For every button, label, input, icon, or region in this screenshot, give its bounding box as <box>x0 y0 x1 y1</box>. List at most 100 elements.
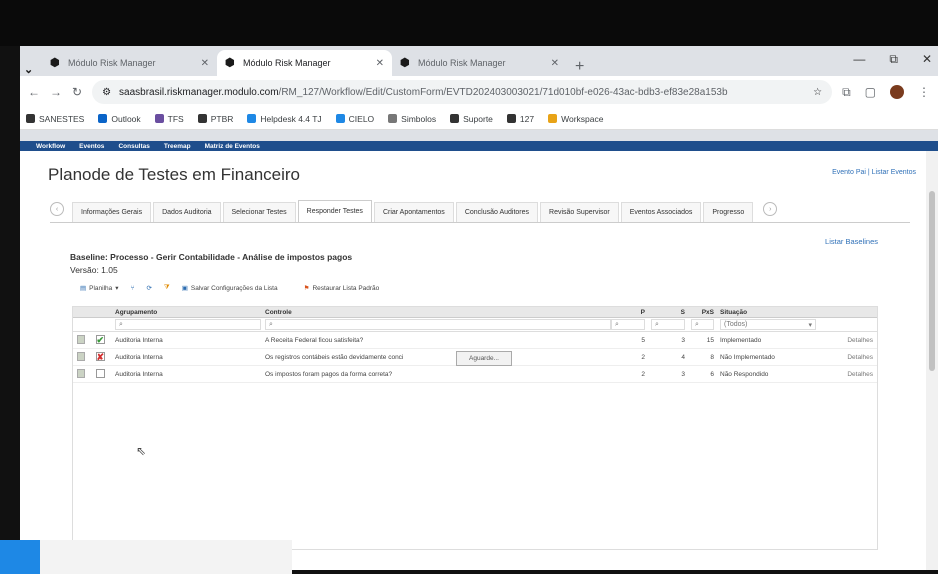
sidepanel-icon[interactable]: ▢ <box>865 85 876 99</box>
table-row[interactable]: ✔ Auditoria Interna A Receita Federal fi… <box>73 332 877 349</box>
loading-tooltip: Aguarde... <box>456 350 512 366</box>
filter-clear-button[interactable]: ⧩ <box>164 284 170 292</box>
details-link[interactable]: Detalhes <box>816 371 877 378</box>
star-icon[interactable]: ☆ <box>813 87 822 98</box>
browser-actions: ⧉ ▢ ⋮ <box>842 85 930 100</box>
cell-p: 5 <box>641 336 645 344</box>
bookmark-helpdesk[interactable]: Helpdesk 4.4 TJ <box>247 114 322 124</box>
cell-controle: Os registros contábeis estão devidamente… <box>265 353 404 361</box>
bookmark-simbolos[interactable]: Simbolos <box>388 114 436 124</box>
cell-s: 3 <box>681 370 685 378</box>
nav-consultas[interactable]: Consultas <box>118 143 149 150</box>
modulo-logo-icon <box>197 114 207 123</box>
scrollbar-thumb[interactable] <box>929 191 935 371</box>
document-icon[interactable] <box>77 368 85 378</box>
modulo-logo-icon: ⬢ <box>225 57 235 69</box>
details-link[interactable]: Detalhes <box>816 337 877 344</box>
forward-icon[interactable]: → <box>50 85 62 99</box>
nav-treemap[interactable]: Treemap <box>164 143 191 150</box>
close-icon[interactable]: ✕ <box>201 58 209 69</box>
reload-icon[interactable]: ↻ <box>72 85 82 99</box>
filter-agrupamento[interactable]: ⌕ <box>115 319 261 330</box>
tabs-prev-icon[interactable]: ‹ <box>50 202 64 216</box>
table-row[interactable]: ✘ Auditoria Interna Os registros contábe… <box>73 349 877 366</box>
header-agrupamento[interactable]: Agrupamento <box>111 309 261 316</box>
tab-eventos-associados[interactable]: Eventos Associados <box>620 202 702 222</box>
close-window-button[interactable]: ✕ <box>922 52 932 67</box>
document-icon[interactable] <box>77 351 85 361</box>
site-info-icon[interactable]: ⚙ <box>102 87 111 98</box>
tab-progresso[interactable]: Progresso <box>703 202 754 222</box>
header-controle[interactable]: Controle <box>261 309 611 316</box>
tab-selecionar-testes[interactable]: Selecionar Testes <box>222 202 296 222</box>
minimize-button[interactable]: — <box>853 52 865 67</box>
cell-agrupamento: Auditoria Interna <box>115 353 163 361</box>
tab-conclusao-auditores[interactable]: Conclusão Auditores <box>455 202 539 222</box>
filter-p[interactable]: ⌕ <box>611 319 645 330</box>
status-failed-icon[interactable]: ✘ <box>95 352 105 362</box>
status-checked-icon[interactable]: ✔ <box>95 335 105 345</box>
bookmark-tfs[interactable]: TFS <box>154 114 184 124</box>
status-unchecked-icon[interactable] <box>95 368 105 378</box>
list-baselines-link[interactable]: Listar Baselines <box>825 237 878 246</box>
restore-default-button[interactable]: ⚑ Restaurar Lista Padrão <box>304 284 380 293</box>
grid-filter-row: ⌕ ⌕ ⌕ ⌕ ⌕ (Todos) ▾ <box>73 318 877 332</box>
bookmark-workspace[interactable]: Workspace <box>548 114 603 124</box>
close-icon[interactable]: ✕ <box>551 58 559 69</box>
menu-icon[interactable]: ⋮ <box>918 85 930 99</box>
filter-controle[interactable]: ⌕ <box>265 319 611 330</box>
cielo-icon <box>335 114 345 123</box>
filter-s[interactable]: ⌕ <box>651 319 685 330</box>
filter-situacao[interactable]: (Todos) ▾ <box>720 319 816 330</box>
table-row[interactable]: Auditoria Interna Os impostos foram pago… <box>73 366 877 383</box>
new-tab-button[interactable]: + <box>575 58 584 76</box>
save-config-button[interactable]: ▣ Salvar Configurações da Lista <box>181 284 278 293</box>
header-pxs[interactable]: PxS <box>691 309 716 316</box>
bookmark-sanestes[interactable]: SANESTES <box>26 114 84 124</box>
back-icon[interactable]: ← <box>28 85 40 99</box>
tab-dados-auditoria[interactable]: Dados Auditoria <box>153 202 221 222</box>
cell-situacao: Não Implementado <box>720 353 775 361</box>
restore-button[interactable]: ⧉ <box>889 52 898 67</box>
header-s[interactable]: S <box>651 309 691 316</box>
spreadsheet-icon: ▤ <box>80 285 87 292</box>
tab-criar-apontamentos[interactable]: Criar Apontamentos <box>373 202 454 222</box>
top-links[interactable]: Evento Pai | Listar Eventos <box>832 169 916 176</box>
tab-responder-testes[interactable]: Responder Testes <box>297 200 372 222</box>
helpdesk-icon <box>247 114 257 123</box>
bookmark-127[interactable]: 127 <box>506 114 534 124</box>
filter-pxs[interactable]: ⌕ <box>691 319 714 330</box>
save-icon: ▣ <box>181 285 188 292</box>
header-p[interactable]: P <box>611 309 651 316</box>
bookmark-outlook[interactable]: Outlook <box>98 114 141 124</box>
bookmark-cielo[interactable]: CIELO <box>335 114 374 124</box>
browser-tab-2[interactable]: ⬢ Módulo Risk Manager ✕ <box>217 50 392 76</box>
header-situacao[interactable]: Situação <box>716 309 816 316</box>
details-link[interactable]: Detalhes <box>816 354 877 361</box>
nav-matriz[interactable]: Matriz de Eventos <box>205 143 260 150</box>
bookmark-ptbr[interactable]: PTBR <box>197 114 233 124</box>
nav-workflow[interactable]: Workflow <box>36 143 65 150</box>
page-scrollbar[interactable] <box>926 151 938 570</box>
extensions-icon[interactable]: ⧉ <box>842 85 851 100</box>
bookmark-suporte[interactable]: Suporte <box>450 114 493 124</box>
modulo-logo-icon <box>506 114 516 123</box>
browser-tab-3[interactable]: ⬢ Módulo Risk Manager ✕ <box>392 50 567 76</box>
tab-informacoes-gerais[interactable]: Informações Gerais <box>72 202 152 222</box>
document-icon[interactable] <box>77 334 85 344</box>
nav-eventos[interactable]: Eventos <box>79 143 104 150</box>
modulo-logo-icon <box>26 114 35 123</box>
tabs-next-icon[interactable]: › <box>763 202 778 216</box>
page-title: Planode de Testes em Financeiro <box>48 165 301 184</box>
tab-revisao-supervisor[interactable]: Revisão Supervisor <box>540 202 619 222</box>
profile-avatar[interactable] <box>890 85 904 99</box>
browser-tab-1[interactable]: ⬢ Módulo Risk Manager ✕ <box>42 50 217 76</box>
taskbar-start[interactable] <box>0 540 40 574</box>
refresh-button[interactable]: ⟳ <box>146 284 151 292</box>
page-content: Planode de Testes em Financeiro Evento P… <box>20 151 938 570</box>
tab-search-icon[interactable]: ⌄ <box>24 64 36 76</box>
hierarchy-button[interactable]: ⑂ <box>131 285 135 292</box>
address-bar[interactable]: ⚙ saasbrasil.riskmanager.modulo.com/RM_1… <box>92 80 833 104</box>
close-icon[interactable]: ✕ <box>376 58 384 69</box>
planilha-button[interactable]: ▤ Planilha ▾ <box>80 284 119 293</box>
